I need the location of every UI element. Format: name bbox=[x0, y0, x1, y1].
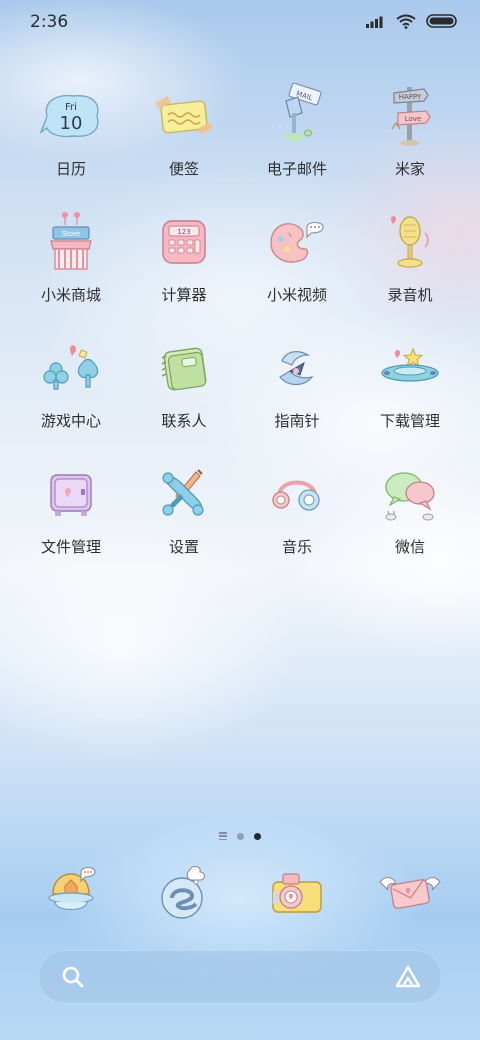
search-icon[interactable] bbox=[60, 964, 86, 990]
dock-browser[interactable] bbox=[128, 856, 240, 932]
phone-icon bbox=[35, 856, 107, 928]
app-recorder[interactable]: 录音机 bbox=[354, 206, 466, 332]
app-label: 小米商城 bbox=[40, 286, 101, 304]
app-label: 便签 bbox=[168, 160, 199, 178]
app-email[interactable]: MAIL 电子邮件 bbox=[241, 80, 353, 206]
wechat-icon bbox=[374, 458, 446, 530]
signal-icon bbox=[366, 16, 383, 28]
dock bbox=[15, 856, 465, 932]
app-settings[interactable]: 设置 bbox=[128, 458, 240, 584]
app-label: 日历 bbox=[55, 160, 86, 178]
app-label: 小米视频 bbox=[266, 286, 327, 304]
app-contacts[interactable]: 联系人 bbox=[128, 332, 240, 458]
video-icon bbox=[261, 206, 333, 278]
app-label: 指南针 bbox=[274, 412, 320, 430]
status-icons bbox=[366, 12, 458, 30]
dock-phone[interactable] bbox=[15, 856, 127, 932]
music-icon bbox=[261, 458, 333, 530]
dock-camera[interactable] bbox=[241, 856, 353, 932]
app-label: 设置 bbox=[168, 538, 199, 556]
svg-text:10: 10 bbox=[60, 113, 83, 134]
dock-messages[interactable] bbox=[354, 856, 466, 932]
messages-icon bbox=[374, 856, 446, 928]
app-music[interactable]: 音乐 bbox=[241, 458, 353, 584]
svg-text:HAPPY: HAPPY bbox=[399, 93, 422, 101]
app-downloads[interactable]: 下载管理 bbox=[354, 332, 466, 458]
wifi-icon bbox=[396, 14, 416, 29]
page-dot[interactable] bbox=[237, 832, 244, 840]
status-bar: 2:36 bbox=[0, 0, 480, 44]
browser-icon bbox=[148, 856, 220, 928]
svg-text:Fri: Fri bbox=[65, 102, 77, 113]
app-label: 联系人 bbox=[161, 412, 207, 430]
app-mi-store[interactable]: Store 小米商城 bbox=[15, 206, 127, 332]
search-bar[interactable] bbox=[38, 950, 442, 1004]
app-label: 微信 bbox=[394, 538, 425, 556]
store-icon: Store bbox=[35, 206, 107, 278]
game-center-icon bbox=[35, 332, 107, 404]
page-list-icon[interactable] bbox=[219, 832, 227, 840]
svg-text:123: 123 bbox=[177, 228, 190, 236]
app-notes[interactable]: 便签 bbox=[128, 80, 240, 206]
app-label: 录音机 bbox=[387, 286, 433, 304]
app-label: 米家 bbox=[394, 160, 425, 178]
app-game-center[interactable]: 游戏中心 bbox=[15, 332, 127, 458]
calculator-icon: 123 bbox=[148, 206, 220, 278]
battery-icon bbox=[426, 14, 457, 28]
svg-text:Love: Love bbox=[405, 115, 422, 123]
app-grid: Fri 10 日历 便签 MAIL 电子邮件 HAPPY Love 米家 Sto… bbox=[15, 80, 465, 584]
app-mi-home[interactable]: HAPPY Love 米家 bbox=[354, 80, 466, 206]
assistant-icon[interactable] bbox=[394, 963, 422, 991]
recorder-icon bbox=[374, 206, 446, 278]
app-label: 文件管理 bbox=[40, 538, 101, 556]
app-label: 音乐 bbox=[281, 538, 312, 556]
contacts-icon bbox=[148, 332, 220, 404]
app-calculator[interactable]: 123 计算器 bbox=[128, 206, 240, 332]
page-dot-active[interactable] bbox=[254, 832, 261, 840]
app-mi-video[interactable]: 小米视频 bbox=[241, 206, 353, 332]
app-compass[interactable]: 指南针 bbox=[241, 332, 353, 458]
app-wechat[interactable]: 微信 bbox=[354, 458, 466, 584]
app-label: 计算器 bbox=[161, 286, 207, 304]
app-calendar[interactable]: Fri 10 日历 bbox=[15, 80, 127, 206]
downloads-icon bbox=[374, 332, 446, 404]
app-file-manager[interactable]: 文件管理 bbox=[15, 458, 127, 584]
mi-home-icon: HAPPY Love bbox=[374, 80, 446, 152]
compass-icon bbox=[261, 332, 333, 404]
notes-icon bbox=[148, 80, 220, 152]
app-label: 电子邮件 bbox=[266, 160, 327, 178]
camera-icon bbox=[261, 856, 333, 928]
calendar-icon: Fri 10 bbox=[35, 80, 107, 152]
settings-icon bbox=[148, 458, 220, 530]
status-time: 2:36 bbox=[30, 12, 69, 32]
app-label: 游戏中心 bbox=[40, 412, 101, 430]
file-manager-icon bbox=[35, 458, 107, 530]
page-indicator[interactable] bbox=[0, 829, 480, 843]
app-label: 下载管理 bbox=[379, 412, 440, 430]
email-icon: MAIL bbox=[261, 80, 333, 152]
svg-text:Store: Store bbox=[62, 230, 81, 238]
